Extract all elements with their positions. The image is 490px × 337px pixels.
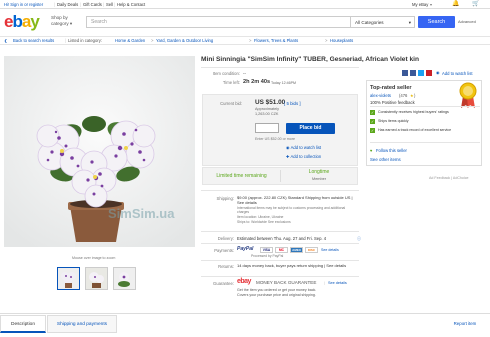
- category-select[interactable]: All Categories ▾: [350, 16, 415, 28]
- guarantee-details-link[interactable]: See details: [328, 281, 347, 285]
- limited-time-label: Limited time remaining: [216, 173, 267, 179]
- daily-deals-link[interactable]: Daily Deals: [57, 0, 78, 9]
- add-collection-link[interactable]: ✚ Add to collection: [286, 154, 321, 159]
- seller-check-2: Ships items quickly: [378, 119, 409, 123]
- shipping-value: $9.00 (approx. 222.80 CZK) Standard Ship…: [237, 195, 353, 205]
- top-rated-badge-icon: [458, 82, 478, 108]
- listed-in-label: Listed in category:: [68, 38, 102, 43]
- positive-feedback: 100% Positive feedback: [370, 100, 415, 105]
- search-input[interactable]: Search: [86, 16, 351, 28]
- back-to-search-link[interactable]: Back to search results: [13, 37, 54, 45]
- sell-link[interactable]: Sell: [106, 0, 113, 9]
- delivery-value: Estimated between Thu. Aug. 27 and Fri. …: [237, 236, 327, 241]
- paypal-logo: PayPal: [237, 246, 254, 252]
- crumb-flowers[interactable]: Flowers, Trees & Plants: [254, 37, 298, 45]
- chevron-down-icon: ▾: [69, 20, 73, 26]
- search-button[interactable]: Search: [418, 16, 455, 28]
- longtime-member-badge: Longtime Member: [308, 169, 330, 181]
- main-product-image[interactable]: SimSim.ua: [4, 56, 195, 247]
- delivery-label: Delivery:: [217, 236, 234, 241]
- mastercard-icon: MC: [275, 247, 288, 253]
- cart-icon[interactable]: 🛒: [472, 0, 479, 9]
- chevron-down-icon: ▾: [430, 2, 433, 7]
- see-other-items-link[interactable]: See other items: [370, 157, 401, 162]
- share-email-icon[interactable]: [402, 70, 408, 76]
- condition-label: Item condition:: [212, 71, 240, 76]
- item-title: Mini Sinningia "SimSim Infinity" TUBER, …: [201, 56, 420, 63]
- my-ebay-link[interactable]: My eBay: [412, 0, 428, 9]
- zoom-hint: Mouse over image to zoom: [72, 256, 116, 260]
- returns-label: Returns:: [218, 264, 234, 269]
- advanced-search-link[interactable]: Advanced: [458, 19, 476, 24]
- visa-icon: VISA: [260, 247, 273, 253]
- crumb-home-garden[interactable]: Home & Garden: [115, 37, 145, 45]
- approx-label: Approximately: [255, 107, 280, 111]
- amex-icon: AMEX: [290, 247, 303, 253]
- guarantee-label: Guarantee:: [213, 281, 234, 286]
- time-left-value: 2h 2m 40s: [243, 79, 271, 85]
- check-icon: ✓: [370, 128, 375, 133]
- twitter-icon[interactable]: [418, 70, 424, 76]
- heart-icon: ♥: [370, 148, 373, 153]
- shipping-note: International items may be subject to cu…: [237, 206, 346, 215]
- seller-score: (476: [399, 93, 408, 98]
- item-location: Item location: Ukraine, Ukraine: [237, 215, 284, 219]
- current-bid-value: US $51.00: [255, 99, 286, 106]
- shipping-label: Shipping:: [216, 196, 234, 201]
- bell-icon[interactable]: 🔔: [452, 0, 459, 9]
- paypal-note: Processed by PayPal: [251, 254, 284, 258]
- seller-name-link[interactable]: alex-violets: [370, 93, 391, 98]
- condition-value: --: [243, 71, 246, 76]
- check-icon: ✓: [370, 110, 375, 115]
- thumbnail-1[interactable]: [57, 267, 80, 290]
- crumb-yard-garden[interactable]: Yard, Garden & Outdoor Living: [156, 37, 213, 45]
- breadcrumb: ❮ Back to search results | Listed in cat…: [0, 36, 490, 45]
- ebay-guarantee-logo: ebay: [237, 278, 251, 285]
- current-bid-label: Current bid:: [220, 101, 242, 106]
- check-icon: ✓: [370, 119, 375, 124]
- help-contact-link[interactable]: Help & Contact: [117, 0, 145, 9]
- crumb-houseplants[interactable]: Houseplants: [330, 37, 353, 45]
- ad-feedback-link[interactable]: Ad Feedback | AdChoice: [429, 176, 469, 180]
- ships-to: Ships to: Worldwide See exclusions: [237, 220, 291, 224]
- sign-in-link[interactable]: Hi! Sign in or register: [4, 0, 43, 9]
- seller-add-watch-link[interactable]: Add to watch list: [442, 71, 473, 76]
- bid-amount-input[interactable]: [255, 123, 279, 133]
- returns-value: 14 days money back, buyer pays return sh…: [237, 263, 347, 268]
- time-left-note: Today 12:46PM: [271, 80, 296, 85]
- pinterest-icon[interactable]: [426, 70, 432, 76]
- eye-icon: ◉: [436, 70, 440, 75]
- tab-description[interactable]: Description: [0, 315, 46, 333]
- back-icon[interactable]: ❮: [4, 37, 8, 45]
- guarantee-note-1: Get the item you ordered or get your mon…: [237, 288, 317, 292]
- payment-details-link[interactable]: See details: [321, 248, 339, 252]
- info-icon[interactable]: ⓘ: [357, 236, 361, 242]
- watermark: SimSim.ua: [108, 206, 175, 221]
- bid-hint: Enter US $52.00 or more: [255, 137, 295, 141]
- guarantee-note-2: Covers your purchase price and original …: [237, 293, 316, 297]
- ebay-logo[interactable]: ebay: [4, 13, 40, 30]
- follow-seller-link[interactable]: Follow this seller: [376, 148, 407, 153]
- seller-check-3: Has earned a track record of excellent s…: [378, 128, 452, 132]
- thumbnail-2[interactable]: [85, 267, 108, 290]
- discover-icon: DISC: [305, 247, 318, 253]
- gift-cards-link[interactable]: Gift Cards: [83, 0, 102, 9]
- chevron-down-icon: ▾: [408, 20, 411, 25]
- seller-check-1: Consistently receives highest buyers' ra…: [378, 110, 449, 114]
- thumbnail-3[interactable]: [113, 267, 136, 290]
- tab-shipping-payments[interactable]: Shipping and payments: [47, 315, 117, 333]
- time-left-label: Time left:: [222, 80, 240, 85]
- add-watch-list-link[interactable]: ◉ Add to watch list: [286, 145, 321, 150]
- bids-count-link[interactable]: [ 5 bids ]: [284, 101, 301, 106]
- top-bar: Hi! Sign in or register | Daily Deals | …: [0, 0, 490, 9]
- payments-label: Payments:: [214, 248, 234, 253]
- facebook-icon[interactable]: [410, 70, 416, 76]
- place-bid-button[interactable]: Place bid: [286, 123, 335, 134]
- approx-value: 1,263.00 CZK: [255, 112, 279, 116]
- report-item-link[interactable]: Report item: [445, 315, 485, 333]
- shop-by-category[interactable]: Shop by category ▾: [51, 15, 81, 26]
- top-rated-heading: Top-rated seller: [370, 85, 412, 91]
- money-back-title: MONEY BACK GUARANTEE: [256, 280, 317, 285]
